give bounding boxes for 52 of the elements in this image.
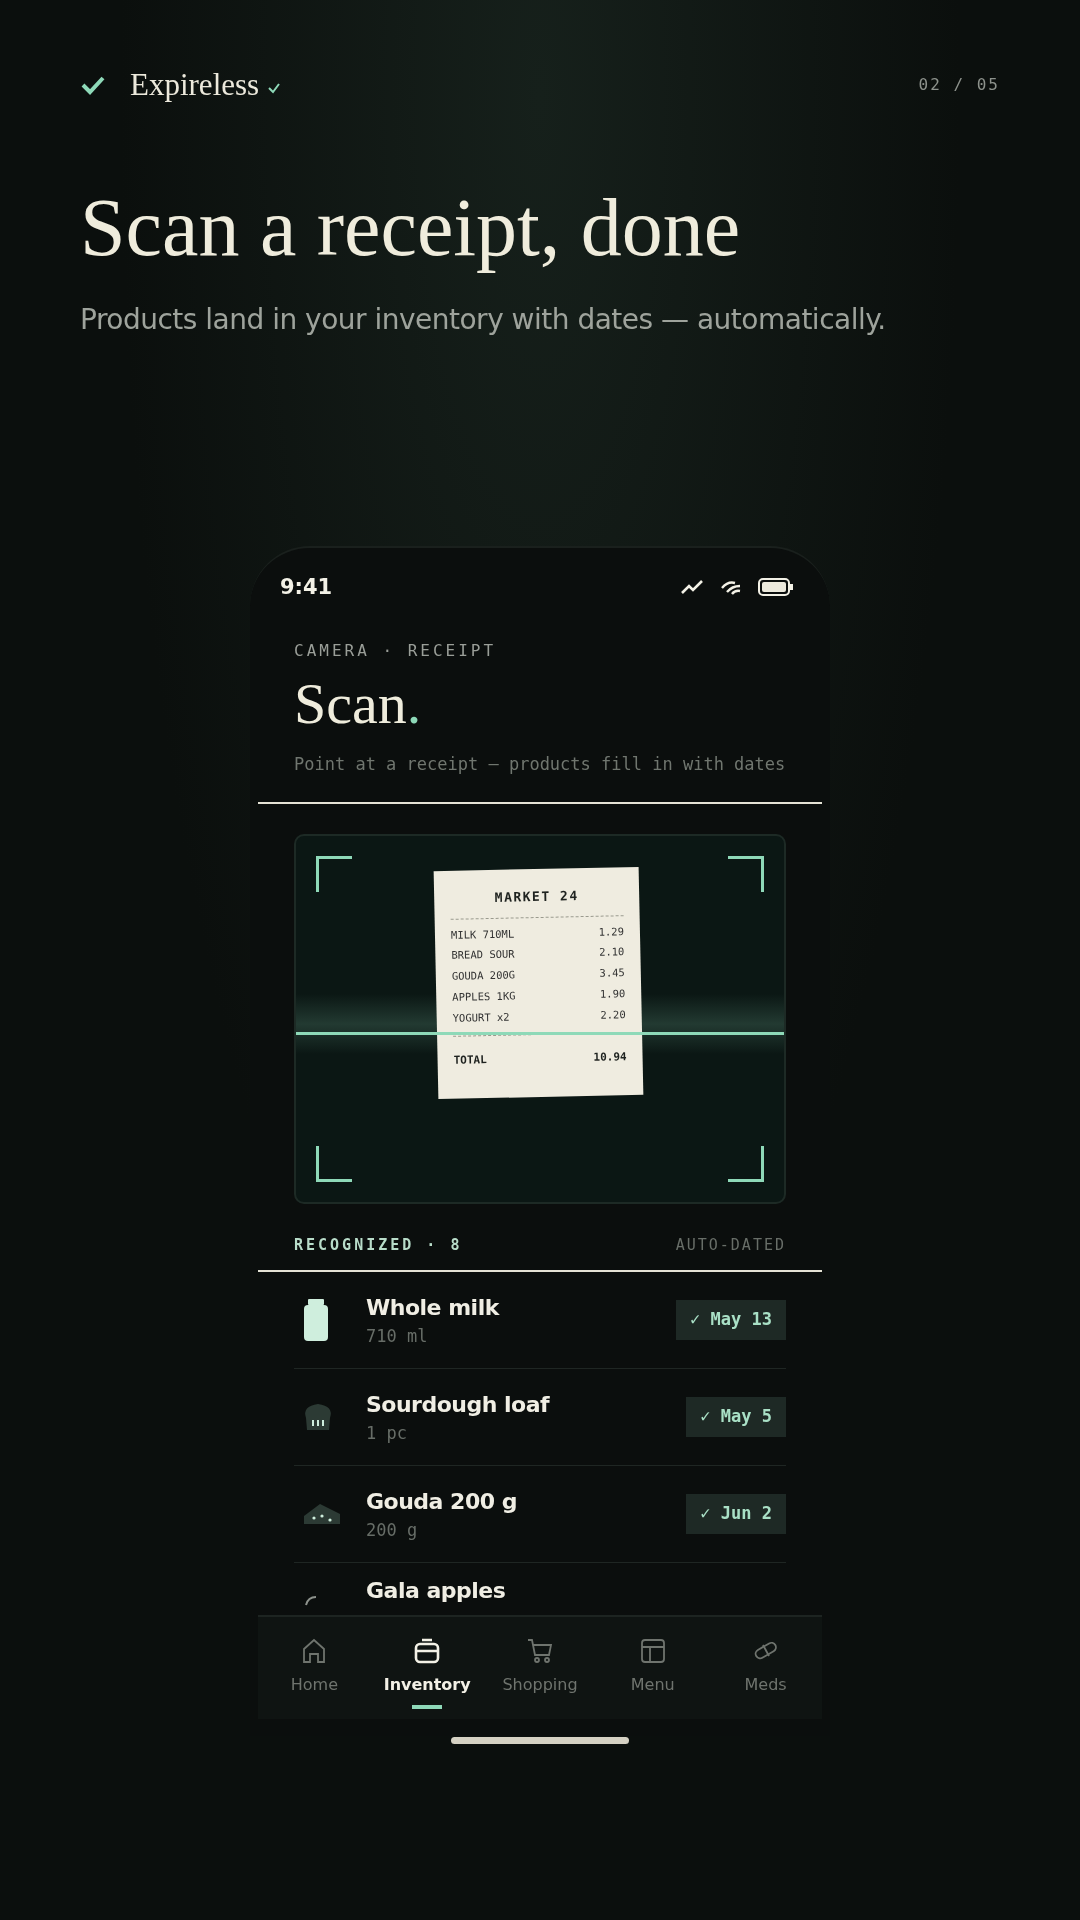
check-icon <box>80 74 106 97</box>
receipt-item: YOGURT x2 <box>452 1008 510 1025</box>
receipt-item: APPLES 1KG <box>452 987 516 1005</box>
signal-icon <box>680 579 704 596</box>
nav-tab[interactable]: Menu <box>596 1617 710 1720</box>
item-name: Gouda 200 g <box>366 1487 517 1516</box>
expiry-date-badge: ✓ May 5 <box>686 1397 786 1437</box>
receipt-total: 10.94 <box>593 1048 627 1066</box>
item-name: Gala apples <box>366 1577 506 1606</box>
expiry-date-badge: ✓ Jun 2 <box>686 1494 786 1534</box>
brand-name: Expireless <box>130 66 260 104</box>
inventory-icon <box>413 1637 442 1666</box>
receipt-item: MILK 710ML <box>450 925 515 942</box>
wifi-icon <box>720 579 742 596</box>
nav-tab[interactable]: Meds <box>709 1617 822 1720</box>
viewfinder-corner <box>316 855 352 892</box>
viewfinder-corner <box>728 855 764 892</box>
bottle-icon <box>302 1298 330 1343</box>
screen-title: Scan. <box>294 670 423 738</box>
bread-icon <box>302 1402 334 1433</box>
cheese-icon <box>302 1502 342 1527</box>
item-amount: 200 g <box>366 1518 419 1542</box>
receipt-item: BREAD SOUR <box>451 946 515 963</box>
receipt-price: 3.45 <box>599 964 625 981</box>
receipt-price: 1.90 <box>599 985 626 1001</box>
receipt-price: 2.10 <box>598 944 625 960</box>
recognized-count: RECOGNIZED · 8 <box>294 1234 463 1256</box>
subheadline: Products land in your inventory with dates — automatically. <box>80 301 887 338</box>
nav-tab[interactable]: Inventory <box>370 1617 484 1720</box>
menu-icon <box>638 1637 667 1666</box>
cart-icon <box>526 1637 554 1666</box>
nav-tab[interactable]: Home <box>258 1617 371 1720</box>
screen-eyebrow: CAMERA · RECEIPT <box>294 640 498 662</box>
step-counter: 02 / 05 <box>918 74 1000 97</box>
viewfinder-corner <box>728 1145 764 1182</box>
item-amount: 710 ml <box>366 1324 429 1348</box>
item-amount: 1 pc <box>366 1421 408 1445</box>
status-time: 9:41 <box>280 573 333 601</box>
receipt-store: MARKET 24 <box>493 886 580 907</box>
receipt-item: GOUDA 200G <box>451 967 516 984</box>
item-name: Whole milk <box>366 1293 499 1322</box>
receipt-total-label: TOTAL <box>453 1051 487 1069</box>
viewfinder-corner <box>316 1145 352 1182</box>
auto-dated-label: AUTO-DATED <box>675 1234 786 1256</box>
expiry-date-badge: ✓ May 13 <box>676 1300 786 1340</box>
check-icon <box>267 82 282 95</box>
screen-hint: Point at a receipt — products fill in with dates <box>294 752 786 776</box>
nav-tab[interactable]: Shopping <box>483 1617 597 1720</box>
receipt-price: 1.29 <box>598 923 625 939</box>
item-name: Sourdough loaf <box>366 1390 550 1419</box>
battery-icon <box>758 578 794 597</box>
receipt-price: 2.20 <box>600 1006 626 1022</box>
